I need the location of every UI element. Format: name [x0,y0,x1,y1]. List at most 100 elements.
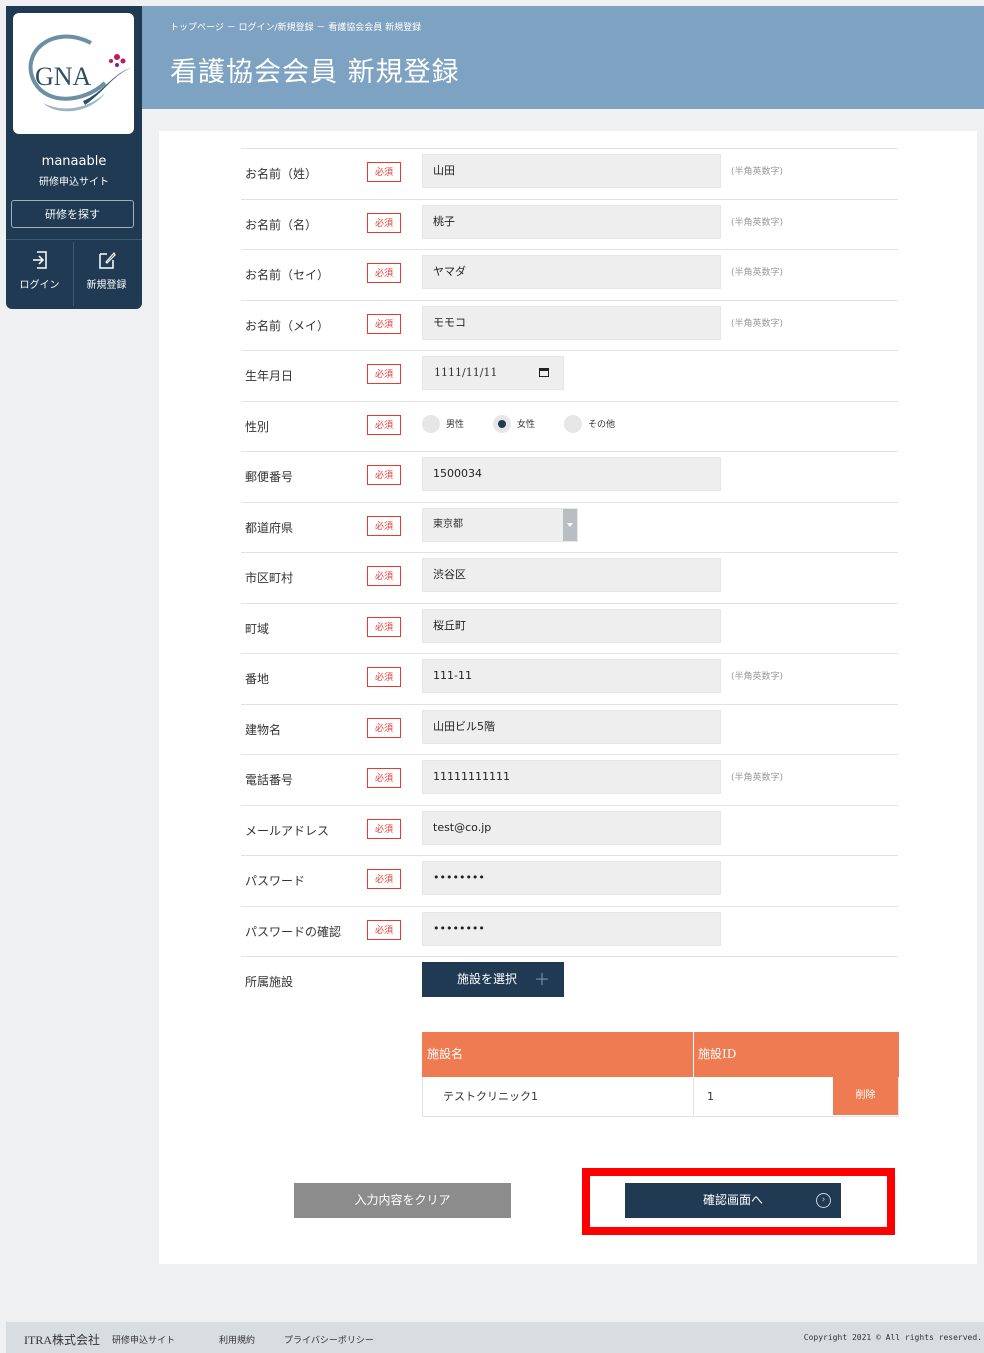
footer-company: ITRA株式会社 [24,1333,100,1347]
hint-text: (半角英数字) [731,167,784,177]
register-label: 新規登録 [86,280,127,291]
building-label: 建物名 [245,723,282,737]
first-name-kana-input[interactable]: モモコ [422,306,721,340]
row-prefecture: 都道府県 必須 東京都 [241,502,898,553]
search-training-button[interactable]: 研修を探す [11,200,134,228]
last-name-input[interactable]: 山田 [422,154,721,188]
birthdate-value: 1111/11/11 [434,366,498,379]
town-label: 町域 [245,622,270,636]
login-link[interactable]: ログイン [6,250,73,291]
edit-icon [98,251,116,269]
required-badge: 必須 [367,465,401,485]
gender-radio-female[interactable] [493,415,511,433]
birthdate-input[interactable]: 1111/11/11 [422,356,564,390]
page-title: 看護協会会員 新規登録 [170,57,460,88]
table-row: テストクリニック1 1 削除 [422,1077,899,1117]
brand-name: manaable [41,154,107,169]
password-confirm-input[interactable]: •••••••• [422,912,721,946]
terms-link[interactable]: 利用規約 [219,1333,255,1346]
password-label: パスワード [245,874,306,888]
footer-site: 研修申込サイト [112,1336,176,1346]
registration-form: お名前（姓） 必須 山田 (半角英数字) お名前（名） 必須 桃子 (半角英数字… [159,131,977,1264]
gender-option-other[interactable]: その他 [588,402,615,448]
required-badge: 必須 [367,364,401,384]
password-input[interactable]: •••••••• [422,861,721,895]
row-building: 建物名 必須 山田ビル5階 [241,704,898,755]
facility-id-header: 施設ID [698,1047,737,1061]
required-badge: 必須 [367,667,401,687]
login-label: ログイン [19,280,60,291]
row-postal-code: 郵便番号 必須 1500034 [241,451,898,502]
city-input[interactable]: 渋谷区 [422,558,721,592]
row-facility: 所属施設 施設を選択 ＋ [241,956,898,1007]
confirm-label: 確認画面へ [702,1193,763,1207]
first-name-input[interactable]: 桃子 [422,205,721,239]
privacy-link[interactable]: プライバシーポリシー [284,1333,374,1346]
delete-facility-button[interactable]: 削除 [833,1077,898,1115]
row-last-name-kana: お名前（セイ） 必須 ヤマダ (半角英数字) [241,249,898,300]
gna-logo[interactable]: GNA [13,13,134,134]
row-gender: 性別 必須 男性 女性 その他 [241,401,898,452]
brand-subtitle: 研修申込サイト [39,177,109,188]
email-label: メールアドレス [245,824,330,838]
town-input[interactable]: 桜丘町 [422,609,721,643]
prefecture-value: 東京都 [433,519,463,530]
clear-input-button[interactable]: 入力内容をクリア [294,1183,511,1218]
required-badge: 必須 [367,566,401,586]
last-name-label: お名前（姓） [245,167,318,181]
postal-code-input[interactable]: 1500034 [422,457,721,491]
prefecture-select[interactable]: 東京都 [422,508,578,542]
email-input[interactable]: test@co.jp [422,811,721,845]
prefecture-label: 都道府県 [245,521,294,535]
gender-radio-other[interactable] [564,415,582,433]
logo-graphic: GNA [28,34,131,112]
required-badge: 必須 [367,162,401,182]
breadcrumb[interactable]: トップページ － ログイン/新規登録 － 看護協会会員 新規登録 [170,20,421,33]
last-name-kana-input[interactable]: ヤマダ [422,255,721,289]
facility-label: 所属施設 [245,975,294,989]
building-input[interactable]: 山田ビル5階 [422,710,721,744]
hint-text: (半角英数字) [731,268,784,278]
facility-id-cell: 1 [707,1090,714,1103]
gender-label: 性別 [245,420,270,434]
gender-option-female[interactable]: 女性 [517,402,535,448]
row-password: パスワード 必須 •••••••• [241,855,898,906]
required-badge: 必須 [367,718,401,738]
cell-divider [693,1077,694,1115]
row-phone: 電話番号 必須 11111111111 (半角英数字) [241,754,898,805]
row-first-name-kana: お名前（メイ） 必須 モモコ (半角英数字) [241,300,898,351]
confirm-button[interactable]: 確認画面へ › [625,1183,841,1218]
required-badge: 必須 [367,768,401,788]
select-facility-label: 施設を選択 [457,972,518,986]
logo-text: GNA [35,62,92,91]
footer: ITRA株式会社 研修申込サイト 利用規約 プライバシーポリシー Copyrig… [6,1322,984,1353]
row-town: 町域 必須 桜丘町 [241,603,898,654]
required-badge: 必須 [367,415,401,435]
row-first-name: お名前（名） 必須 桃子 (半角英数字) [241,199,898,250]
sidebar: GNA manaable 研修申込サイト 研修を探す ログイン 新規登録 [6,6,142,309]
city-label: 市区町村 [245,571,294,585]
login-icon [32,251,47,269]
required-badge: 必須 [367,869,401,889]
page-header: トップページ － ログイン/新規登録 － 看護協会会員 新規登録 看護協会会員 … [142,6,984,109]
hint-text: (半角英数字) [731,218,784,228]
row-birthdate: 生年月日 必須 1111/11/11 [241,350,898,401]
register-link[interactable]: 新規登録 [73,250,140,291]
birthdate-label: 生年月日 [245,369,294,383]
select-facility-button[interactable]: 施設を選択 ＋ [422,962,564,997]
row-address-number: 番地 必須 111-11 (半角英数字) [241,653,898,704]
address-number-label: 番地 [245,672,270,686]
calendar-icon[interactable] [539,368,549,377]
row-last-name: お名前（姓） 必須 山田 (半角英数字) [241,148,898,199]
chevron-down-icon[interactable] [563,509,577,541]
address-number-input[interactable]: 111-11 [422,659,721,693]
sidebar-divider [6,239,142,240]
last-name-kana-label: お名前（セイ） [245,268,330,282]
gender-option-male[interactable]: 男性 [446,402,464,448]
password-confirm-label: パスワードの確認 [245,925,342,939]
phone-input[interactable]: 11111111111 [422,760,721,794]
first-name-label: お名前（名） [245,218,318,232]
gender-radio-male[interactable] [422,415,440,433]
required-badge: 必須 [367,213,401,233]
phone-label: 電話番号 [245,773,294,787]
